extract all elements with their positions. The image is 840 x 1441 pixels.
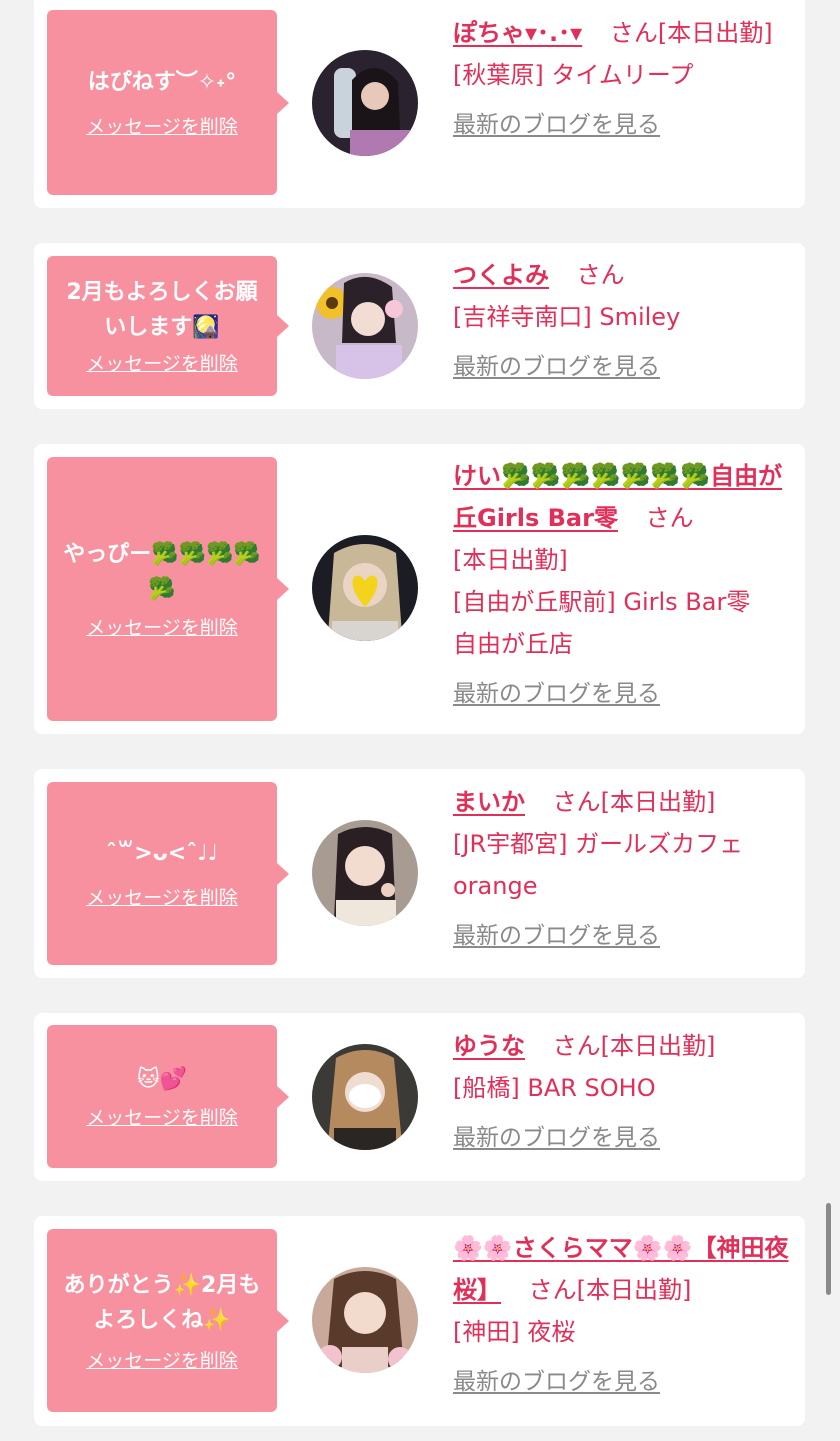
scrollbar[interactable]: [826, 1203, 831, 1295]
message-card: ˆ꒳>ᴗ<ˆ♩♩ メッセージを削除 まいか さん[本日出勤] [JR宇都宮] ガ…: [34, 769, 805, 978]
message-text: ˆ꒳>ᴗ<ˆ♩♩: [106, 841, 218, 866]
delete-message-link[interactable]: メッセージを削除: [86, 1348, 238, 1374]
message-bubble: 🐱💕 メッセージを削除: [47, 1025, 289, 1168]
work-status: [本日出勤]: [600, 788, 716, 816]
delete-message-link[interactable]: メッセージを削除: [86, 114, 238, 140]
message-bubble: ありがとう✨2月もよろしくね✨ メッセージを削除: [47, 1229, 289, 1412]
delete-message-link[interactable]: メッセージを削除: [86, 885, 238, 911]
cast-info: まいか さん[本日出勤] [JR宇都宮] ガールズカフェorange 最新のブロ…: [453, 781, 798, 957]
message-text: やっぴー🥦🥦🥦🥦🥦: [63, 542, 261, 602]
cast-name-link[interactable]: ゆうな: [453, 1032, 525, 1060]
cast-name-link[interactable]: ぽちゃ▾･.･▾: [453, 19, 582, 47]
shop-name: [船橋] BAR SOHO: [453, 1074, 656, 1102]
message-text: 2月もよろしくお願いします🎑: [66, 280, 258, 340]
san-label: さん: [552, 1032, 601, 1060]
work-status: [本日出勤]: [453, 546, 568, 574]
delete-message-link[interactable]: メッセージを削除: [86, 351, 238, 377]
message-bubble: やっぴー🥦🥦🥦🥦🥦 メッセージを削除: [47, 457, 289, 721]
message-text: ありがとう✨2月もよろしくね✨: [63, 1272, 261, 1333]
shop-name: [神田] 夜桜: [453, 1318, 576, 1346]
san-label: さん: [609, 19, 658, 47]
latest-blog-link[interactable]: 最新のブログを見る: [453, 673, 798, 715]
cast-info: 🌸🌸さくらママ🌸🌸【神田夜桜】 さん[本日出勤] [神田] 夜桜 最新のブログを…: [453, 1227, 798, 1403]
message-card: 🐱💕 メッセージを削除 ゆうな さん[本日出勤] [船橋] BAR SOHO 最…: [34, 1013, 805, 1181]
avatar[interactable]: [312, 1044, 418, 1150]
delete-message-link[interactable]: メッセージを削除: [86, 615, 238, 641]
avatar[interactable]: [312, 273, 418, 379]
latest-blog-link[interactable]: 最新のブログを見る: [453, 346, 798, 388]
message-card: やっぴー🥦🥦🥦🥦🥦 メッセージを削除 けい🥦🥦🥦🥦🥦🥦🥦自由が丘Girls Ba…: [34, 444, 805, 734]
san-label: さん: [576, 261, 625, 289]
cast-info: ぽちゃ▾･.･▾ さん[本日出勤] [秋葉原] タイムリープ 最新のブログを見る: [453, 12, 798, 146]
cast-info: ゆうな さん[本日出勤] [船橋] BAR SOHO 最新のブログを見る: [453, 1025, 798, 1159]
latest-blog-link[interactable]: 最新のブログを見る: [453, 1361, 798, 1403]
shop-name: [自由が丘駅前] Girls Bar零 自由が丘店: [453, 588, 775, 658]
message-text: はぴねす︶✧˖°: [87, 70, 237, 95]
message-card: はぴねす︶✧˖° メッセージを削除 ぽちゃ▾･.･▾ さん[本日出勤] [秋葉原…: [34, 0, 805, 208]
latest-blog-link[interactable]: 最新のブログを見る: [453, 104, 798, 146]
message-bubble: はぴねす︶✧˖° メッセージを削除: [47, 10, 289, 195]
cast-info: けい🥦🥦🥦🥦🥦🥦🥦自由が丘Girls Bar零 さん [本日出勤] [自由が丘駅…: [453, 455, 798, 715]
work-status: [本日出勤]: [600, 1032, 716, 1060]
work-status: [本日出勤]: [576, 1276, 692, 1304]
cast-info: つくよみ さん [吉祥寺南口] Smiley 最新のブログを見る: [453, 254, 798, 388]
shop-name: [吉祥寺南口] Smiley: [453, 303, 681, 331]
latest-blog-link[interactable]: 最新のブログを見る: [453, 915, 798, 957]
san-label: さん: [645, 504, 694, 532]
san-label: さん: [552, 788, 601, 816]
avatar[interactable]: [312, 50, 418, 156]
message-text: 🐱💕: [136, 1067, 188, 1092]
cast-name-link[interactable]: つくよみ: [453, 261, 549, 289]
cast-name-link[interactable]: まいか: [453, 788, 525, 816]
latest-blog-link[interactable]: 最新のブログを見る: [453, 1117, 798, 1159]
avatar[interactable]: [312, 820, 418, 926]
shop-name: [秋葉原] タイムリープ: [453, 61, 694, 89]
message-card: 2月もよろしくお願いします🎑 メッセージを削除 つくよみ さん [吉祥寺南口] …: [34, 243, 805, 409]
avatar[interactable]: [312, 1267, 418, 1373]
avatar[interactable]: [312, 535, 418, 641]
san-label: さん: [528, 1276, 577, 1304]
cast-name-link[interactable]: けい🥦🥦🥦🥦🥦🥦🥦自由が丘Girls Bar零: [453, 462, 782, 532]
shop-name: [JR宇都宮] ガールズカフェorange: [453, 830, 744, 900]
message-bubble: ˆ꒳>ᴗ<ˆ♩♩ メッセージを削除: [47, 782, 289, 965]
work-status: [本日出勤]: [657, 19, 773, 47]
message-bubble: 2月もよろしくお願いします🎑 メッセージを削除: [47, 256, 289, 396]
delete-message-link[interactable]: メッセージを削除: [86, 1105, 238, 1131]
message-card: ありがとう✨2月もよろしくね✨ メッセージを削除 🌸🌸さくらママ🌸🌸【神田夜桜】…: [34, 1216, 805, 1426]
